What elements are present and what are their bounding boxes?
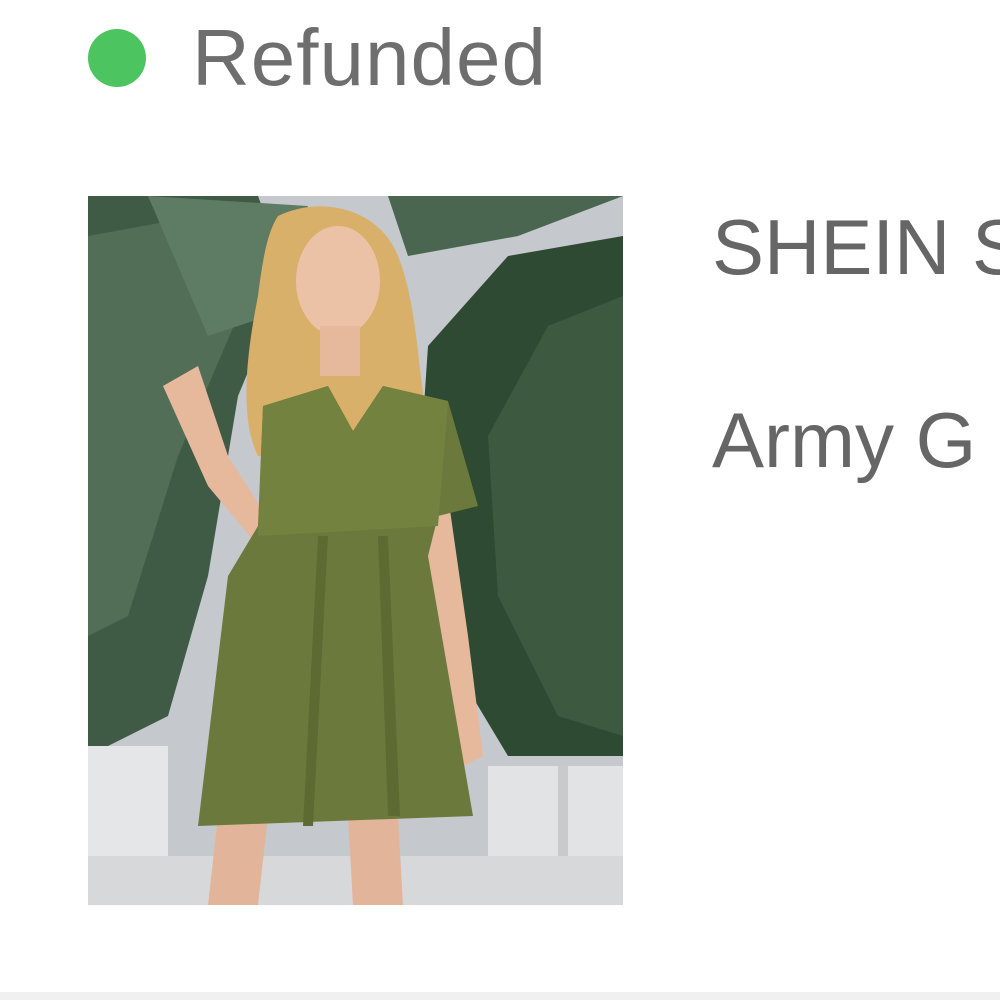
status-dot-icon [88,29,146,87]
status-label: Refunded [192,13,547,102]
product-variant: Army G [712,396,977,484]
order-item-card[interactable]: Refunded SHEIN S Army G [0,0,1000,1000]
divider [0,992,1000,1000]
order-status: Refunded [88,18,547,98]
product-image[interactable] [88,196,623,905]
product-name[interactable]: SHEIN S [712,204,1000,291]
